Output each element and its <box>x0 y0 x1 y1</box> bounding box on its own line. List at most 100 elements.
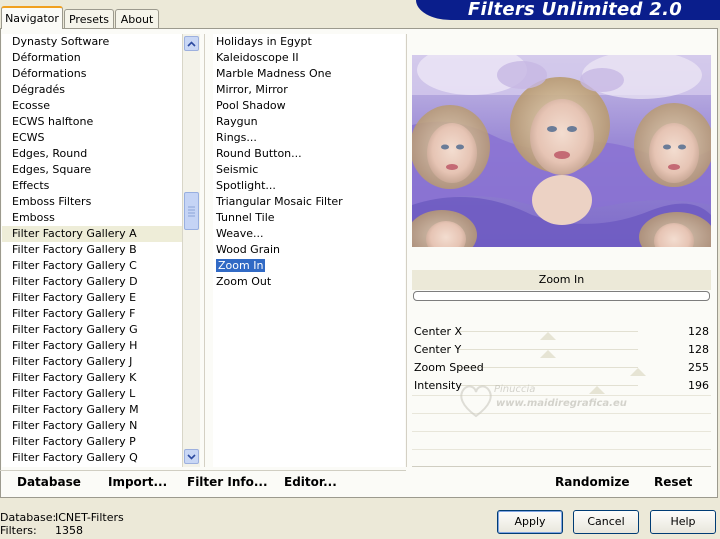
param-slider-track[interactable] <box>458 367 638 368</box>
category-item[interactable]: Filter Factory Gallery E <box>2 290 182 306</box>
divider <box>406 34 407 467</box>
param-slider-thumb[interactable] <box>540 350 556 358</box>
category-item[interactable]: Emboss <box>2 210 182 226</box>
filter-item-label: Raygun <box>216 115 258 128</box>
separator <box>412 466 711 467</box>
filter-item-label: Zoom Out <box>216 275 272 288</box>
filter-item[interactable]: Pool Shadow <box>213 98 405 114</box>
import-button[interactable]: Import... <box>108 472 167 492</box>
category-item[interactable]: Dégradés <box>2 82 182 98</box>
filter-list[interactable]: Holidays in Egypt Kaleidoscope II Marble M… <box>213 34 405 467</box>
status-database-label: Database: <box>0 511 57 524</box>
filter-info-button[interactable]: Filter Info... <box>187 472 268 492</box>
filter-item[interactable]: Zoom Out <box>213 274 405 290</box>
filter-item-label: Seismic <box>216 163 259 176</box>
editor-button[interactable]: Editor... <box>284 472 337 492</box>
category-item[interactable]: Effects <box>2 178 182 194</box>
tab-navigator[interactable]: Navigator <box>1 6 63 29</box>
category-item[interactable]: Filter Factory Gallery B <box>2 242 182 258</box>
status-database-value: ICNET-Filters <box>55 511 124 524</box>
category-item[interactable]: Filter Factory Gallery M <box>2 402 182 418</box>
filter-item[interactable]: Mirror, Mirror <box>213 82 405 98</box>
reset-button[interactable]: Reset <box>654 472 692 492</box>
filter-item-label: Rings... <box>216 131 257 144</box>
filter-item[interactable]: Wood Grain <box>213 242 405 258</box>
category-item[interactable]: Filter Factory Gallery L <box>2 386 182 402</box>
filter-item-label: Marble Madness One <box>216 67 332 80</box>
filter-item-label: Kaleidoscope II <box>216 51 299 64</box>
param-value: 128 <box>688 325 709 338</box>
filter-item-label: Spotlight... <box>216 179 276 192</box>
category-item[interactable]: Filter Factory Gallery J <box>2 354 182 370</box>
filter-item-label: Pool Shadow <box>216 99 286 112</box>
category-item[interactable]: Déformations <box>2 66 182 82</box>
category-item[interactable]: Filter Factory Gallery N <box>2 418 182 434</box>
filter-item[interactable]: Kaleidoscope II <box>213 50 405 66</box>
filter-item[interactable]: Round Button... <box>213 146 405 162</box>
scroll-thumb[interactable] <box>184 192 199 230</box>
category-scrollbar[interactable] <box>182 34 200 467</box>
preview-spacer <box>412 247 711 270</box>
category-item[interactable]: ECWS halftone <box>2 114 182 130</box>
filter-item[interactable]: Tunnel Tile <box>213 210 405 226</box>
param-slider-thumb[interactable] <box>630 368 646 376</box>
param-value: 196 <box>688 379 709 392</box>
category-item[interactable]: Filter Factory Gallery C <box>2 258 182 274</box>
param-label: Zoom Speed <box>414 361 484 374</box>
category-item[interactable]: ECWS <box>2 130 182 146</box>
category-item[interactable]: Filter Factory Gallery H <box>2 338 182 354</box>
filter-item[interactable]: Spotlight... <box>213 178 405 194</box>
filter-item-label: Mirror, Mirror <box>216 83 288 96</box>
filter-item[interactable]: Weave... <box>213 226 405 242</box>
preview-image <box>412 55 711 247</box>
filter-item-label: Wood Grain <box>216 243 280 256</box>
scroll-down-button[interactable] <box>184 449 199 464</box>
filter-item-label: Round Button... <box>216 147 302 160</box>
param-row[interactable]: Center X 128 <box>412 323 711 340</box>
tab-about[interactable]: About <box>115 9 159 28</box>
param-label: Intensity <box>414 379 462 392</box>
apply-button[interactable]: Apply <box>497 510 563 534</box>
heart-logo-icon <box>460 385 492 418</box>
grip-icon <box>188 206 195 217</box>
filter-item[interactable]: Zoom In <box>213 258 405 274</box>
category-list[interactable]: Dynasty Software Déformation Déformations D… <box>2 34 182 467</box>
param-value: 128 <box>688 343 709 356</box>
category-item[interactable]: Filter Factory Gallery A <box>2 226 182 242</box>
database-button[interactable]: Database <box>17 472 81 492</box>
category-item[interactable]: Filter Factory Gallery G <box>2 322 182 338</box>
app-title: Filters Unlimited 2.0 <box>467 0 683 20</box>
status-filters-value: 1358 <box>55 524 83 537</box>
help-button[interactable]: Help <box>650 510 716 534</box>
category-item[interactable]: Filter Factory Gallery D <box>2 274 182 290</box>
filter-item[interactable]: Seismic <box>213 162 405 178</box>
category-item[interactable]: Filter Factory Gallery Q <box>2 450 182 466</box>
category-item[interactable]: Emboss Filters <box>2 194 182 210</box>
filter-item-label: Weave... <box>216 227 264 240</box>
filter-item[interactable]: Holidays in Egypt <box>213 34 405 50</box>
category-item[interactable]: Ecosse <box>2 98 182 114</box>
param-row[interactable]: Zoom Speed 255 <box>412 359 711 376</box>
category-item[interactable]: Edges, Round <box>2 146 182 162</box>
category-item[interactable]: Dynasty Software <box>2 34 182 50</box>
filter-item[interactable]: Raygun <box>213 114 405 130</box>
param-row[interactable]: Center Y 128 <box>412 341 711 358</box>
category-item[interactable]: Edges, Square <box>2 162 182 178</box>
filter-item[interactable]: Marble Madness One <box>213 66 405 82</box>
scroll-up-button[interactable] <box>184 36 199 51</box>
randomize-button[interactable]: Randomize <box>555 472 629 492</box>
tab-presets[interactable]: Presets <box>64 9 114 28</box>
filter-item-label: Zoom In <box>216 259 266 272</box>
filter-item[interactable]: Triangular Mosaic Filter <box>213 194 405 210</box>
param-slider-thumb[interactable] <box>540 332 556 340</box>
watermark-site: www.maidiregrafica.eu <box>496 398 627 409</box>
watermark: Pinuccia www.maidiregrafica.eu <box>456 380 656 430</box>
category-item[interactable]: Filter Factory Gallery K <box>2 370 182 386</box>
cancel-button[interactable]: Cancel <box>573 510 639 534</box>
category-item[interactable]: Filter Factory Gallery P <box>2 434 182 450</box>
filter-item[interactable]: Rings... <box>213 130 405 146</box>
filter-item-label: Holidays in Egypt <box>216 35 312 48</box>
category-item[interactable]: Filter Factory Gallery F <box>2 306 182 322</box>
category-item[interactable]: Déformation <box>2 50 182 66</box>
divider <box>204 34 205 467</box>
